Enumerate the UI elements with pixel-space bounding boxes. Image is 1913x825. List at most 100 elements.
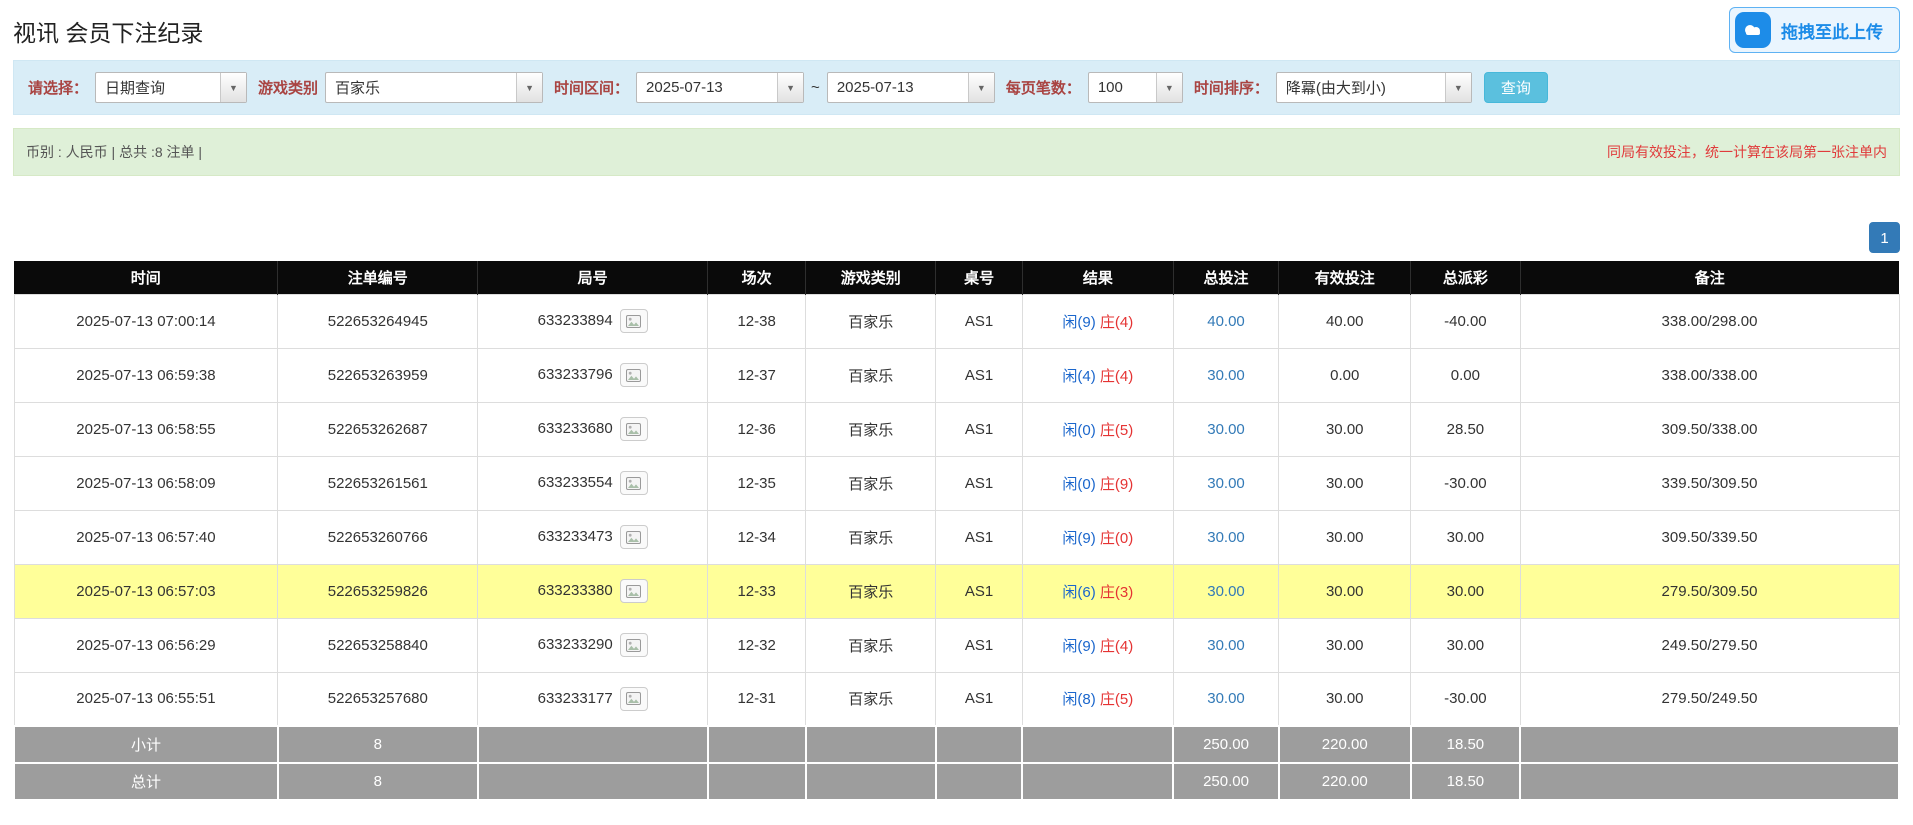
cell-time: 2025-07-13 06:58:09 — [14, 456, 278, 510]
cell-payout: 0.00 — [1411, 348, 1520, 402]
table-row[interactable]: 2025-07-13 06:56:29522653258840633233290… — [14, 618, 1899, 672]
cell-bet-id: 522653259826 — [278, 564, 478, 618]
cell-remark: 309.50/339.50 — [1520, 510, 1899, 564]
cell-round: 633233554 — [478, 456, 708, 510]
footer-cell-5 — [936, 726, 1023, 763]
table-row-selected[interactable]: 2025-07-13 06:57:03522653259826633233380… — [14, 564, 1899, 618]
table-row[interactable]: 2025-07-13 06:59:38522653263959633233796… — [14, 348, 1899, 402]
cell-session: 12-33 — [708, 564, 806, 618]
chevron-down-icon[interactable]: ▼ — [777, 73, 803, 102]
video-replay-icon[interactable] — [620, 363, 648, 387]
table-header-row: 时间注单编号局号场次游戏类别桌号结果总投注有效投注总派彩备注 — [14, 261, 1899, 294]
cell-payout: 30.00 — [1411, 510, 1520, 564]
footer-cell-8: 220.00 — [1279, 763, 1411, 800]
cell-valid-bet: 40.00 — [1279, 294, 1411, 348]
table-row[interactable]: 2025-07-13 06:57:40522653260766633233473… — [14, 510, 1899, 564]
cell-valid-bet: 30.00 — [1279, 510, 1411, 564]
video-replay-icon[interactable] — [620, 579, 648, 603]
cell-payout: 30.00 — [1411, 618, 1520, 672]
date-from-value: 2025-07-13 — [637, 73, 777, 102]
date-range-separator: ~ — [811, 79, 820, 96]
table-row[interactable]: 2025-07-13 07:00:14522653264945633233894… — [14, 294, 1899, 348]
query-type-select[interactable]: 日期查询 ▼ — [95, 72, 247, 103]
cell-session: 12-36 — [708, 402, 806, 456]
filter-bar: 请选择： 日期查询 ▼ 游戏类别 百家乐 ▼ 时间区间： 2025-07-13 … — [13, 60, 1900, 115]
column-header-1: 注单编号 — [278, 261, 478, 294]
cell-bet-id: 522653263959 — [278, 348, 478, 402]
cell-valid-bet: 30.00 — [1279, 618, 1411, 672]
total-bet-link[interactable]: 30.00 — [1207, 690, 1245, 707]
date-from-select[interactable]: 2025-07-13 ▼ — [636, 72, 804, 103]
total-bet-link[interactable]: 40.00 — [1207, 313, 1245, 330]
chevron-down-icon[interactable]: ▼ — [968, 73, 994, 102]
total-bet-link[interactable]: 30.00 — [1207, 475, 1245, 492]
chevron-down-icon[interactable]: ▼ — [220, 73, 246, 102]
pagination-page-1[interactable]: 1 — [1869, 222, 1900, 253]
total-bet-link[interactable]: 30.00 — [1207, 367, 1245, 384]
video-replay-icon[interactable] — [620, 309, 648, 333]
cloud-upload-icon — [1735, 12, 1771, 48]
sort-order-label: 时间排序： — [1194, 77, 1269, 98]
cell-table-no: AS1 — [936, 456, 1023, 510]
total-bet-link[interactable]: 30.00 — [1207, 529, 1245, 546]
search-button[interactable]: 查询 — [1484, 72, 1548, 103]
cell-round: 633233177 — [478, 672, 708, 726]
round-number: 633233680 — [538, 420, 613, 437]
table-row[interactable]: 2025-07-13 06:55:51522653257680633233177… — [14, 672, 1899, 726]
total-bet-link[interactable]: 30.00 — [1207, 637, 1245, 654]
game-type-select[interactable]: 百家乐 ▼ — [325, 72, 543, 103]
cell-remark: 338.00/298.00 — [1520, 294, 1899, 348]
cell-bet-id: 522653257680 — [278, 672, 478, 726]
cell-session: 12-31 — [708, 672, 806, 726]
bet-table-foot: 小计8250.00220.0018.50总计8250.00220.0018.50 — [14, 726, 1899, 800]
footer-cell-0: 总计 — [14, 763, 278, 800]
table-row[interactable]: 2025-07-13 06:58:55522653262687633233680… — [14, 402, 1899, 456]
video-replay-icon[interactable] — [620, 417, 648, 441]
cell-time: 2025-07-13 06:58:55 — [14, 402, 278, 456]
page-size-select[interactable]: 100 ▼ — [1088, 72, 1183, 103]
cell-total-bet: 30.00 — [1173, 402, 1279, 456]
cell-time: 2025-07-13 06:55:51 — [14, 672, 278, 726]
cell-time: 2025-07-13 06:59:38 — [14, 348, 278, 402]
cell-remark: 338.00/338.00 — [1520, 348, 1899, 402]
footer-cell-4 — [806, 726, 936, 763]
page-size-value: 100 — [1089, 73, 1156, 102]
cell-round: 633233473 — [478, 510, 708, 564]
cell-table-no: AS1 — [936, 294, 1023, 348]
column-header-7: 总投注 — [1173, 261, 1279, 294]
footer-cell-8: 220.00 — [1279, 726, 1411, 763]
table-row[interactable]: 2025-07-13 06:58:09522653261561633233554… — [14, 456, 1899, 510]
cell-payout: -30.00 — [1411, 456, 1520, 510]
video-replay-icon[interactable] — [620, 687, 648, 711]
game-type-label: 游戏类别 — [258, 77, 318, 98]
cell-remark: 339.50/309.50 — [1520, 456, 1899, 510]
chevron-down-icon[interactable]: ▼ — [516, 73, 542, 102]
total-bet-link[interactable]: 30.00 — [1207, 421, 1245, 438]
total-row: 总计8250.00220.0018.50 — [14, 763, 1899, 800]
cell-game-type: 百家乐 — [806, 348, 936, 402]
chevron-down-icon[interactable]: ▼ — [1156, 73, 1182, 102]
video-replay-icon[interactable] — [620, 633, 648, 657]
footer-cell-3 — [708, 726, 806, 763]
cell-total-bet: 30.00 — [1173, 348, 1279, 402]
cell-table-no: AS1 — [936, 510, 1023, 564]
result-banker: 庄(5) — [1100, 691, 1133, 708]
result-banker: 庄(4) — [1100, 368, 1133, 385]
cell-game-type: 百家乐 — [806, 456, 936, 510]
chevron-down-icon[interactable]: ▼ — [1445, 73, 1471, 102]
cell-round: 633233894 — [478, 294, 708, 348]
video-replay-icon[interactable] — [620, 471, 648, 495]
footer-cell-9: 18.50 — [1411, 726, 1520, 763]
footer-cell-10 — [1520, 763, 1899, 800]
total-bet-link[interactable]: 30.00 — [1207, 583, 1245, 600]
video-replay-icon[interactable] — [620, 525, 648, 549]
sort-order-select[interactable]: 降冪(由大到小) ▼ — [1276, 72, 1472, 103]
cell-game-type: 百家乐 — [806, 564, 936, 618]
upload-dropzone-button[interactable]: 拖拽至此上传 — [1729, 7, 1900, 53]
cell-payout: -40.00 — [1411, 294, 1520, 348]
round-number: 633233894 — [538, 312, 613, 329]
date-to-select[interactable]: 2025-07-13 ▼ — [827, 72, 995, 103]
cell-round: 633233796 — [478, 348, 708, 402]
result-player: 闲(9) — [1062, 314, 1095, 331]
cell-time: 2025-07-13 06:56:29 — [14, 618, 278, 672]
